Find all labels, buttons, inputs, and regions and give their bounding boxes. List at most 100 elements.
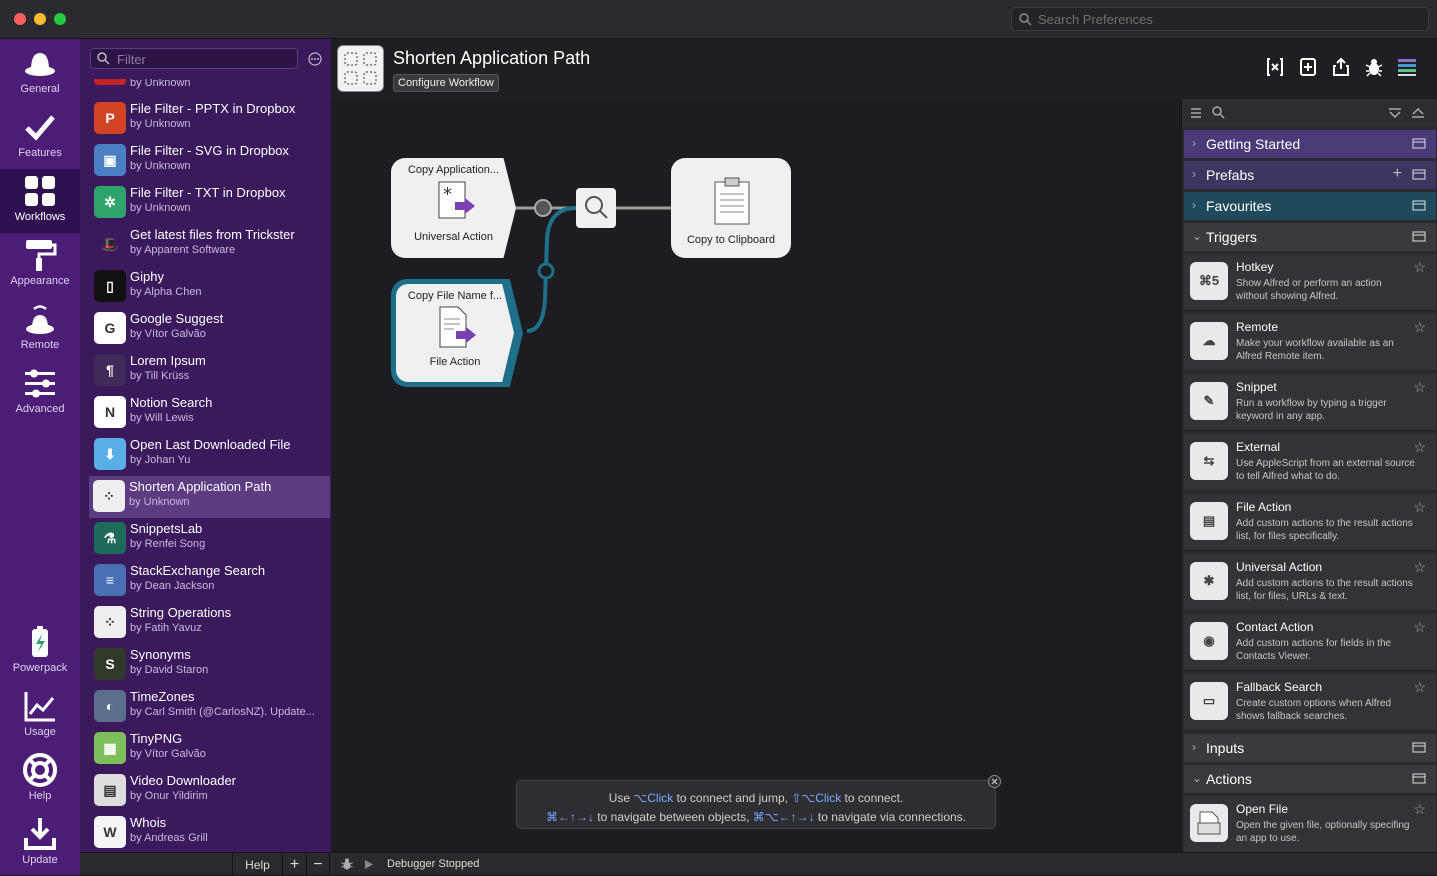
workflow-list-item[interactable]: ¶ Lorem Ipsum by Till Krüss — [90, 350, 330, 392]
favourite-star-icon[interactable]: ☆ — [1413, 559, 1426, 576]
nav-powerpack[interactable]: Powerpack — [0, 620, 80, 684]
workflow-list-item[interactable]: ⁘ Shorten Application Path by Unknown — [89, 476, 330, 518]
object-card[interactable]: ◉ Contact Action Add custom actions for fi… — [1184, 614, 1436, 671]
section-getting-started[interactable]: › Getting Started — [1184, 130, 1436, 158]
minimize-window-button[interactable] — [34, 13, 46, 25]
connection-handle[interactable] — [534, 199, 552, 217]
remove-workflow-button[interactable]: − — [306, 853, 330, 876]
workflow-list-item[interactable]: ≡ StackExchange Search by Dean Jackson — [90, 560, 330, 602]
zoom-window-button[interactable] — [54, 13, 66, 25]
workflow-list-item[interactable]: N Notion Search by Will Lewis — [90, 392, 330, 434]
sliders-icon — [25, 369, 55, 398]
nav-workflows-label: Workflows — [14, 211, 66, 223]
workflow-list-item[interactable]: S Synonyms by David Staron — [90, 644, 330, 686]
expand-all-icon[interactable] — [1411, 108, 1425, 118]
workflow-list-item[interactable]: 🎩 Get latest files from Trickster by Appar… — [90, 224, 330, 266]
workflow-canvas[interactable]: Copy Application... * Universal Action C… — [331, 99, 1181, 852]
nav-appearance[interactable]: Appearance — [0, 233, 80, 297]
workflow-item-title: File Filter - PPTX in Dropbox — [130, 101, 296, 116]
filter-node[interactable] — [576, 188, 616, 228]
section-toggle-icon[interactable] — [1412, 169, 1426, 180]
object-card[interactable]: ▭ Fallback Search Create custom options wh… — [1184, 674, 1436, 731]
favourite-star-icon[interactable]: ☆ — [1413, 259, 1426, 276]
workflow-list-item[interactable]: ▯ Giphy by Alpha Chen — [90, 266, 330, 308]
section-toggle-icon[interactable] — [1412, 773, 1426, 784]
section-toggle-icon[interactable] — [1412, 138, 1426, 149]
workflow-item-icon: W — [94, 816, 126, 848]
universal-action-node[interactable]: Copy Application... * Universal Action — [391, 158, 516, 258]
workflow-list-item[interactable]: ⁘ String Operations by Fatih Yavuz — [90, 602, 330, 644]
connection-handle-selected[interactable] — [537, 262, 555, 280]
nav-features[interactable]: Features — [0, 105, 80, 169]
workflow-list-item[interactable]: P File Filter - PPTX in Dropbox by Unknown — [90, 98, 330, 140]
file-action-node[interactable]: Copy File Name f... File Action — [391, 279, 523, 387]
section-label: Actions — [1206, 771, 1252, 787]
nav-advanced[interactable]: Advanced — [0, 361, 80, 425]
add-workflow-button[interactable]: + — [282, 853, 306, 876]
workflow-list-item[interactable]: ⬇ Open Last Downloaded File by Johan Yu — [90, 434, 330, 476]
section-prefabs[interactable]: › Prefabs + — [1184, 161, 1436, 189]
share-icon[interactable] — [1331, 57, 1351, 77]
search-preferences-input[interactable]: Search Preferences — [1011, 7, 1429, 31]
nav-help[interactable]: Help — [0, 748, 80, 812]
section-toggle-icon[interactable] — [1412, 742, 1426, 753]
more-options-icon[interactable] — [308, 52, 322, 66]
nav-usage[interactable]: Usage — [0, 684, 80, 748]
search-icon[interactable] — [1212, 106, 1225, 119]
workflow-item-title: String Operations — [130, 605, 232, 620]
section-actions[interactable]: ⌄ Actions — [1184, 765, 1436, 793]
play-icon[interactable] — [365, 860, 373, 869]
debugger-bug-icon[interactable] — [340, 857, 354, 871]
object-card-open-file[interactable]: Open File Open the given file, optionall… — [1184, 796, 1436, 853]
section-triggers[interactable]: ⌄ Triggers — [1184, 223, 1436, 251]
workflow-list-item[interactable]: ▣ File Filter - SVG in Dropbox by Unknown — [90, 140, 330, 182]
workflow-item-icon: P — [94, 102, 126, 134]
favourite-star-icon[interactable]: ☆ — [1413, 439, 1426, 456]
object-card[interactable]: ▤ File Action Add custom actions to the re… — [1184, 494, 1436, 551]
object-card[interactable]: ⌘5 Hotkey Show Alfred or perform an action… — [1184, 254, 1436, 311]
favourite-star-icon[interactable]: ☆ — [1413, 619, 1426, 636]
section-toggle-icon[interactable] — [1412, 200, 1426, 211]
section-inputs[interactable]: › Inputs — [1184, 734, 1436, 762]
card-description: Create custom options when Alfred shows … — [1236, 698, 1392, 722]
collapse-all-icon[interactable] — [1388, 108, 1402, 118]
section-toggle-icon[interactable] — [1412, 231, 1426, 242]
variables-icon[interactable] — [1265, 57, 1285, 77]
object-card[interactable]: ✱ Universal Action Add custom actions to t… — [1184, 554, 1436, 611]
add-object-icon[interactable] — [1298, 57, 1318, 77]
node-subtitle: File Action — [429, 356, 481, 368]
copy-to-clipboard-node[interactable]: Copy to Clipboard — [671, 158, 791, 258]
favourite-star-icon[interactable]: ☆ — [1413, 379, 1426, 396]
nav-general[interactable]: General — [0, 41, 80, 105]
close-hint-icon[interactable] — [988, 775, 1001, 788]
nav-remote[interactable]: Remote — [0, 297, 80, 361]
object-card[interactable]: ⇆ External Use AppleScript from an externa… — [1184, 434, 1436, 491]
workflow-list-item[interactable]: ▤ Video Downloader by Onur Yildirim — [90, 770, 330, 812]
configure-workflow-button[interactable]: Configure Workflow — [393, 74, 499, 92]
help-button[interactable]: Help — [232, 853, 282, 876]
nav-update[interactable]: Update — [0, 812, 80, 876]
workflow-list-item[interactable]: ▦ TinyPNG by Vítor Galvão — [90, 728, 330, 770]
favourite-star-icon[interactable]: ☆ — [1413, 679, 1426, 696]
close-window-button[interactable] — [14, 13, 26, 25]
workflow-icon[interactable] — [337, 45, 384, 92]
section-favourites[interactable]: › Favourites — [1184, 192, 1436, 220]
add-prefab-icon[interactable]: + — [1393, 165, 1402, 183]
workflow-list-item[interactable]: ✲ File Filter - TXT in Dropbox by Unknown — [90, 182, 330, 224]
list-icon[interactable] — [1190, 107, 1202, 119]
favourite-star-icon[interactable]: ☆ — [1413, 801, 1426, 818]
object-card[interactable]: ✎ Snippet Run a workflow by typing a trigg… — [1184, 374, 1436, 431]
debugger-bug-icon[interactable] — [1364, 57, 1384, 77]
workflow-list-item[interactable]: W Whois by Andreas Grill — [90, 812, 330, 852]
workflow-list-item[interactable]: ◐ TimeZones by Carl Smith (@CarlosNZ). Upd… — [90, 686, 330, 728]
favourite-star-icon[interactable]: ☆ — [1413, 499, 1426, 516]
workflow-item-author: by Unknown — [130, 118, 191, 130]
filter-input[interactable]: Filter — [90, 48, 298, 69]
palette-menu-icon[interactable] — [1397, 57, 1417, 77]
workflow-list-item[interactable]: G Google Suggest by Vítor Galvão — [90, 308, 330, 350]
workflow-list-item[interactable]: ⚗ SnippetsLab by Renfei Song — [90, 518, 330, 560]
chevron-down-icon: ⌄ — [1192, 229, 1203, 243]
nav-workflows[interactable]: Workflows — [0, 169, 80, 233]
object-card[interactable]: ☁ Remote Make your workflow available as a… — [1184, 314, 1436, 371]
favourite-star-icon[interactable]: ☆ — [1413, 319, 1426, 336]
